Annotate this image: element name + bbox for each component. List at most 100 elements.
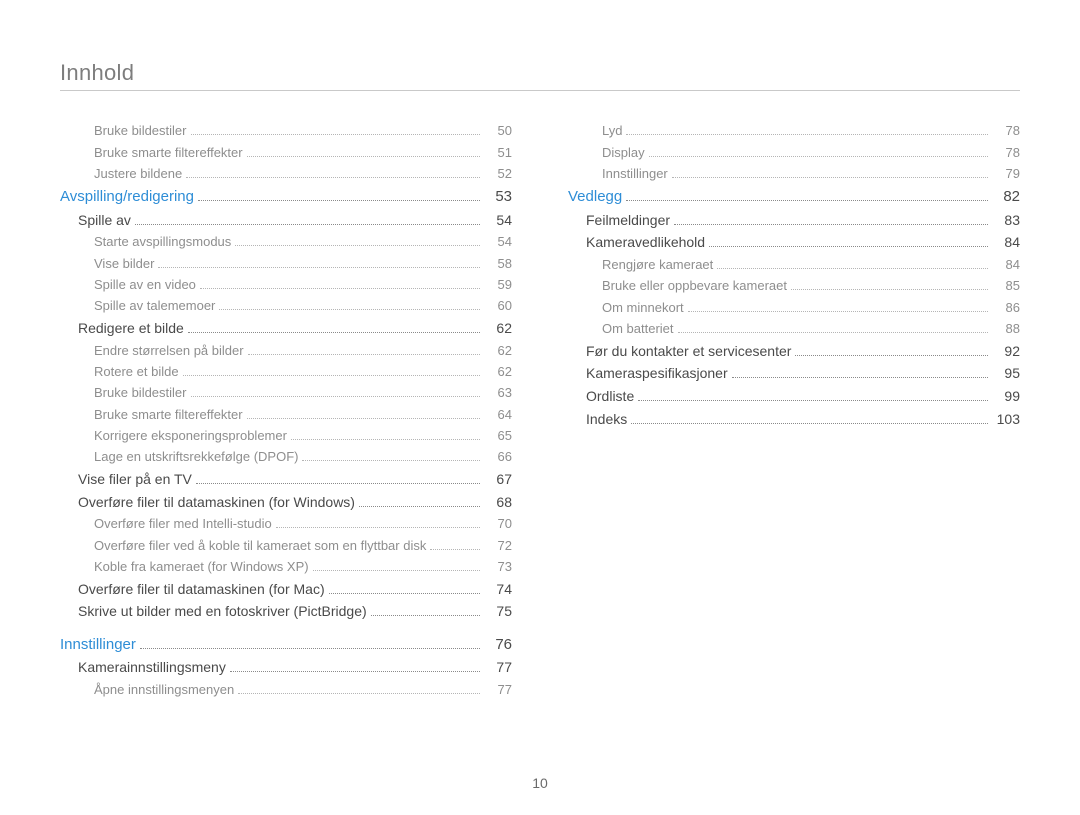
- toc-entry-label: Lyd: [602, 122, 622, 140]
- toc-entry: Bruke eller oppbevare kameraet85: [568, 277, 1020, 295]
- toc-leader-dots: [313, 563, 480, 571]
- toc-entry: Vise bilder58: [60, 255, 512, 273]
- toc-leader-dots: [717, 261, 988, 269]
- toc-leader-dots: [158, 260, 480, 268]
- toc-entry: Ordliste99: [568, 387, 1020, 407]
- toc-entry-label: Innstillinger: [60, 634, 136, 655]
- toc-entry-label: Indeks: [586, 410, 627, 430]
- toc-entry-label: Skrive ut bilder med en fotoskriver (Pic…: [78, 602, 367, 622]
- page-number: 10: [0, 775, 1080, 791]
- toc-entry: Display 78: [568, 144, 1020, 162]
- toc-entry: Feilmeldinger83: [568, 211, 1020, 231]
- toc-leader-dots: [183, 368, 480, 376]
- toc-entry-page: 79: [992, 165, 1020, 183]
- page-title: Innhold: [60, 60, 1020, 86]
- toc-leader-dots: [302, 453, 480, 461]
- toc-entry: Justere bildene 52: [60, 165, 512, 183]
- toc-leader-dots: [196, 475, 480, 484]
- toc-entry: Bruke bildestiler63: [60, 384, 512, 402]
- toc-leader-dots: [732, 370, 988, 379]
- toc-entry: Bruke smarte filtereffekter51: [60, 144, 512, 162]
- toc-entry-page: 99: [992, 387, 1020, 407]
- toc-leader-dots: [230, 663, 480, 672]
- toc-entry: Endre størrelsen på bilder62: [60, 342, 512, 360]
- toc-entry-page: 54: [484, 233, 512, 251]
- toc-entry-label: Vedlegg: [568, 186, 622, 207]
- toc-entry: Overføre filer til datamaskinen (for Win…: [60, 493, 512, 513]
- toc-entry-label: Display: [602, 144, 645, 162]
- toc-leader-dots: [140, 640, 480, 649]
- toc-entry-page: 73: [484, 558, 512, 576]
- toc-entry: Rotere et bilde62: [60, 363, 512, 381]
- toc-entry-page: 77: [484, 681, 512, 699]
- toc-entry: Om minnekort86: [568, 299, 1020, 317]
- toc-entry: Åpne innstillingsmenyen 77: [60, 681, 512, 699]
- toc-entry-page: 84: [992, 256, 1020, 274]
- toc-entry-page: 78: [992, 122, 1020, 140]
- toc-entry-page: 68: [484, 493, 512, 513]
- toc-entry-page: 75: [484, 602, 512, 622]
- toc-entry-page: 78: [992, 144, 1020, 162]
- toc-entry-label: Spille av talememoer: [94, 297, 215, 315]
- toc-entry-label: Overføre filer til datamaskinen (for Win…: [78, 493, 355, 513]
- toc-entry-label: Bruke smarte filtereffekter: [94, 406, 243, 424]
- toc-entry-page: 63: [484, 384, 512, 402]
- header-rule: [60, 90, 1020, 91]
- toc-entry-label: Innstillinger: [602, 165, 668, 183]
- toc-entry-page: 70: [484, 515, 512, 533]
- toc-entry-page: 84: [992, 233, 1020, 253]
- toc-entry-label: Kamerainnstillingsmeny: [78, 658, 226, 678]
- toc-entry-label: Starte avspillingsmodus: [94, 233, 231, 251]
- toc-entry-page: 65: [484, 427, 512, 445]
- toc-leader-dots: [200, 281, 480, 289]
- toc-entry: Korrigere eksponeringsproblemer65: [60, 427, 512, 445]
- toc-leader-dots: [631, 415, 988, 424]
- toc-entry: Indeks 103: [568, 410, 1020, 430]
- toc-entry-page: 64: [484, 406, 512, 424]
- toc-leader-dots: [198, 193, 480, 202]
- toc-entry: Kameravedlikehold84: [568, 233, 1020, 253]
- toc-leader-dots: [329, 585, 480, 594]
- toc-leader-dots: [235, 238, 480, 246]
- toc-entry-label: Justere bildene: [94, 165, 182, 183]
- toc-leader-dots: [219, 302, 480, 310]
- toc-entry: Skrive ut bilder med en fotoskriver (Pic…: [60, 602, 512, 622]
- toc-entry-label: Rotere et bilde: [94, 363, 179, 381]
- toc-entry-label: Spille av en video: [94, 276, 196, 294]
- toc-leader-dots: [795, 347, 988, 356]
- toc-entry-label: Feilmeldinger: [586, 211, 670, 231]
- toc-entry: Bruke smarte filtereffekter 64: [60, 406, 512, 424]
- toc-entry-page: 72: [484, 537, 512, 555]
- toc-entry: Før du kontakter et servicesenter92: [568, 342, 1020, 362]
- toc-entry-page: 88: [992, 320, 1020, 338]
- toc-entry: Lage en utskriftsrekkefølge (DPOF)66: [60, 448, 512, 466]
- toc-entry-label: Før du kontakter et servicesenter: [586, 342, 791, 362]
- toc-leader-dots: [638, 392, 988, 401]
- toc-entry-page: 82: [992, 186, 1020, 207]
- toc-entry-label: Overføre filer med Intelli-studio: [94, 515, 272, 533]
- toc-entry: Om batteriet88: [568, 320, 1020, 338]
- toc-entry: Spille av54: [60, 211, 512, 231]
- toc-leader-dots: [678, 325, 988, 333]
- toc-entry-label: Koble fra kameraet (for Windows XP): [94, 558, 309, 576]
- toc-entry-page: 52: [484, 165, 512, 183]
- toc-entry: Kamerainnstillingsmeny77: [60, 658, 512, 678]
- toc-entry-page: 86: [992, 299, 1020, 317]
- toc-leader-dots: [626, 127, 988, 135]
- toc-entry-page: 60: [484, 297, 512, 315]
- toc-leader-dots: [247, 411, 480, 419]
- toc-column-right: Lyd 78 Display 78 Innstillinger 79 Vedlegg 82 Fe…: [568, 119, 1020, 702]
- toc-entry-label: Åpne innstillingsmenyen: [94, 681, 234, 699]
- toc-leader-dots: [248, 346, 480, 354]
- toc-entry: Vedlegg 82: [568, 186, 1020, 207]
- toc-entry-label: Rengjøre kameraet: [602, 256, 713, 274]
- toc-entry: Avspilling/redigering53: [60, 186, 512, 207]
- toc-entry-page: 54: [484, 211, 512, 231]
- toc-entry-page: 50: [484, 122, 512, 140]
- toc-entry-page: 103: [992, 410, 1020, 430]
- toc-leader-dots: [371, 608, 480, 617]
- toc-leader-dots: [191, 127, 481, 135]
- toc-entry: Innstillinger 79: [568, 165, 1020, 183]
- toc-leader-dots: [247, 148, 480, 156]
- toc-entry-page: 76: [484, 634, 512, 655]
